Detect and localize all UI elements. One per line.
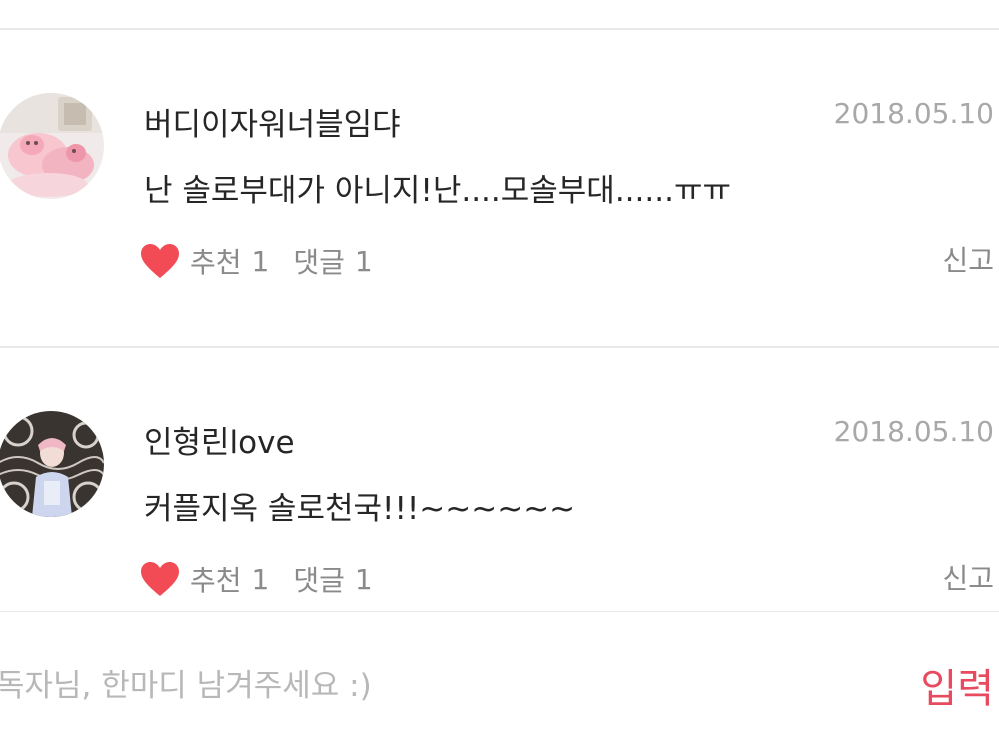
comment-input-bar: 입력 — [0, 612, 999, 749]
comment-date: 2018.05.10 — [833, 415, 994, 448]
top-divider — [0, 28, 999, 30]
report-button[interactable]: 신고 — [942, 559, 994, 599]
comment-text: 난 솔로부대가 아니지!난....모솔부대......ㅠㅠ — [144, 173, 731, 209]
like-count: 1 — [251, 562, 270, 596]
report-button[interactable]: 신고 — [942, 241, 994, 281]
comment-actions: 추천 1 댓글 1 — [140, 559, 373, 599]
submit-button[interactable]: 입력 — [920, 656, 994, 714]
comment-divider — [0, 346, 999, 348]
heart-icon — [141, 244, 179, 278]
comment-username[interactable]: 버디이자워너블임댜 — [144, 99, 401, 144]
comment-text: 커플지옥 솔로천국!!!~~~~~~ — [144, 491, 576, 527]
like-button[interactable]: 추천 1 — [140, 241, 293, 281]
avatar[interactable] — [0, 411, 104, 517]
reply-label: 댓글 — [293, 564, 345, 597]
like-button[interactable]: 추천 1 — [140, 559, 293, 599]
reply-label: 댓글 — [293, 246, 345, 279]
comment-date: 2018.05.10 — [833, 97, 994, 130]
comment-actions: 추천 1 댓글 1 — [140, 241, 373, 281]
like-count: 1 — [251, 244, 270, 278]
comment-item: 버디이자워너블임댜 2018.05.10 난 솔로부대가 아니지!난....모솔… — [0, 93, 999, 363]
reply-count: 1 — [354, 244, 373, 278]
comment-input[interactable] — [0, 660, 856, 712]
like-label: 추천 — [190, 246, 242, 279]
avatar[interactable] — [0, 93, 104, 199]
reply-count: 1 — [354, 562, 373, 596]
reply-button[interactable]: 댓글 1 — [293, 241, 372, 281]
reply-button[interactable]: 댓글 1 — [293, 559, 372, 599]
like-label: 추천 — [190, 564, 242, 597]
comment-username[interactable]: 인형린love — [144, 417, 295, 462]
heart-icon — [141, 562, 179, 596]
